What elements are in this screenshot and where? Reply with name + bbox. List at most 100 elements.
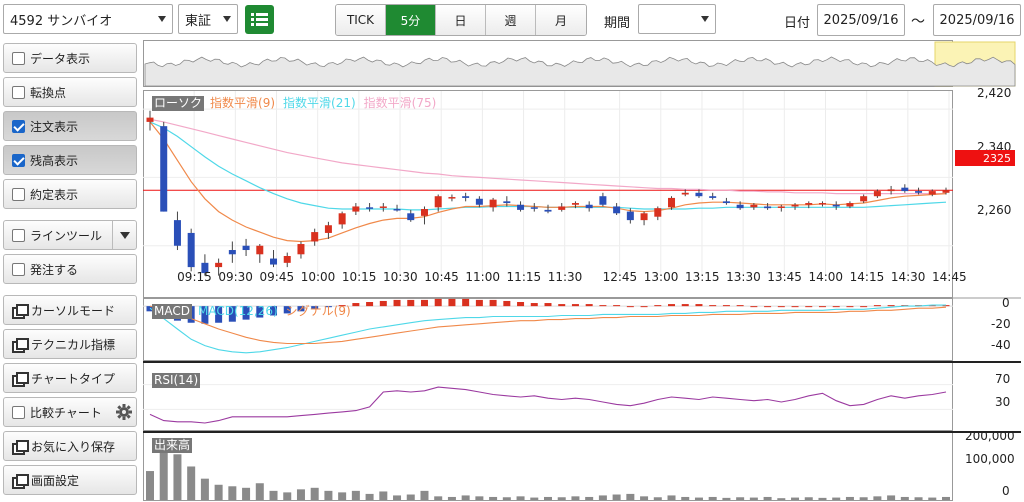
candle-body — [750, 204, 758, 208]
cursor-mode-label: カーソルモード — [31, 303, 116, 318]
candle-body — [722, 201, 730, 204]
candle-body — [352, 206, 360, 212]
symbol-select[interactable]: 4592 サンバイオ — [3, 4, 173, 34]
macd-histogram-bar — [887, 305, 895, 307]
macd-axis-label: 0 — [1002, 296, 1010, 310]
volume-bar — [296, 489, 305, 500]
period-select[interactable] — [638, 4, 716, 34]
candle-body — [873, 191, 881, 197]
volume-bar — [200, 478, 209, 500]
candle-body — [228, 250, 236, 255]
candle-body — [626, 211, 634, 221]
turning-point-toggle[interactable]: 転換点 — [3, 77, 137, 107]
compare-chart-toggle[interactable]: 比較チャート — [3, 397, 137, 427]
time-axis-label: 11:00 — [465, 270, 500, 284]
macd-histogram-bar — [764, 306, 772, 308]
turning-point-label: 転換点 — [30, 85, 67, 100]
candle-body — [777, 206, 785, 208]
execution-display-toggle[interactable]: 約定表示 — [3, 179, 137, 209]
time-axis-label: 12:45 — [602, 270, 638, 284]
macd-histogram-bar — [818, 306, 826, 308]
price-axis-label: 2,260 — [977, 203, 1012, 217]
macd-histogram-bar — [681, 304, 689, 307]
checkbox-icon — [12, 85, 25, 99]
macd-histogram-bar — [668, 304, 676, 307]
chart-type-button[interactable]: チャートタイプ — [3, 363, 137, 393]
volume-bar — [859, 497, 868, 500]
candle-body — [530, 207, 538, 209]
candle-body — [338, 213, 346, 225]
candle-body — [215, 262, 223, 268]
rsi-axis-label: 70 — [995, 372, 1011, 386]
candle-body — [640, 213, 648, 221]
volume-bar — [214, 484, 223, 500]
macd-histogram-bar — [860, 306, 868, 308]
checkbox-icon — [12, 262, 25, 276]
volume-bar — [873, 496, 882, 500]
volume-bar — [269, 490, 278, 500]
macd-histogram-bar — [599, 305, 607, 307]
screen-settings-button[interactable]: 画面設定 — [3, 465, 137, 495]
time-axis-label: 11:15 — [506, 270, 542, 284]
time-axis-label: 14:00 — [808, 270, 844, 284]
time-axis-label: 09:45 — [259, 270, 295, 284]
interval-5min-button[interactable]: 5分 — [386, 5, 436, 35]
candle-body — [503, 201, 511, 204]
technical-indicator-button[interactable]: テクニカル指標 — [3, 329, 137, 359]
candle-body — [764, 206, 772, 209]
volume-bar — [530, 497, 539, 500]
macd-histogram-bar — [777, 306, 785, 308]
candle-body — [420, 209, 428, 216]
candle-body — [558, 206, 566, 210]
candle-body — [599, 196, 607, 205]
legend-volume: 出来高 — [152, 438, 193, 453]
list-button[interactable] — [245, 5, 274, 34]
window-icon — [12, 338, 29, 353]
chevron-down-icon — [223, 16, 231, 22]
candle-body — [654, 208, 662, 217]
volume-bar — [777, 498, 786, 500]
macd-histogram-bar — [420, 299, 428, 307]
time-axis-label: 10:30 — [383, 270, 418, 284]
price-panel — [143, 90, 953, 298]
candle-body — [242, 245, 250, 251]
save-favorite-label: お気に入り保存 — [31, 439, 116, 454]
volume-bar — [489, 496, 498, 500]
interval-tick-button[interactable]: TICK — [336, 5, 386, 35]
technical-indicator-label: テクニカル指標 — [31, 337, 116, 352]
data-display-toggle[interactable]: データ表示 — [3, 43, 137, 73]
volume-bar — [914, 497, 923, 500]
date-to-input[interactable]: 2025/09/16 — [933, 4, 1021, 36]
volume-bar — [694, 497, 703, 500]
interval-month-button[interactable]: 月 — [536, 5, 586, 35]
order-display-toggle[interactable]: 注文表示 — [3, 111, 137, 141]
volume-bar — [832, 497, 841, 500]
market-select[interactable]: 東証 — [178, 4, 238, 34]
candle-body — [173, 220, 181, 246]
chevron-down-icon — [158, 16, 166, 22]
candle-body — [146, 117, 154, 122]
position-display-toggle[interactable]: 残高表示 — [3, 145, 137, 175]
volume-bar — [612, 494, 621, 500]
volume-bar — [365, 493, 374, 500]
macd-histogram-bar — [544, 303, 552, 307]
macd-histogram-bar — [805, 306, 813, 308]
window-icon — [12, 474, 29, 489]
candle-body — [283, 256, 291, 263]
order-display-label: 注文表示 — [30, 119, 79, 134]
gear-icon[interactable] — [116, 404, 132, 420]
date-from-input[interactable]: 2025/09/16 — [817, 4, 905, 36]
line-tool-toggle[interactable]: ラインツール — [3, 220, 137, 250]
interval-day-button[interactable]: 日 — [436, 5, 486, 35]
save-favorite-button[interactable]: お気に入り保存 — [3, 431, 137, 461]
candle-body — [571, 203, 579, 205]
macd-histogram-bar — [530, 303, 538, 307]
interval-week-button[interactable]: 週 — [486, 5, 536, 35]
volume-bar — [942, 496, 950, 500]
volume-bar — [324, 490, 333, 500]
cursor-mode-button[interactable]: カーソルモード — [3, 295, 137, 325]
line-tool-dropdown[interactable] — [112, 221, 136, 249]
candle-body — [434, 196, 442, 208]
macd-histogram-bar — [462, 298, 470, 307]
place-order-toggle[interactable]: 発注する — [3, 254, 137, 284]
